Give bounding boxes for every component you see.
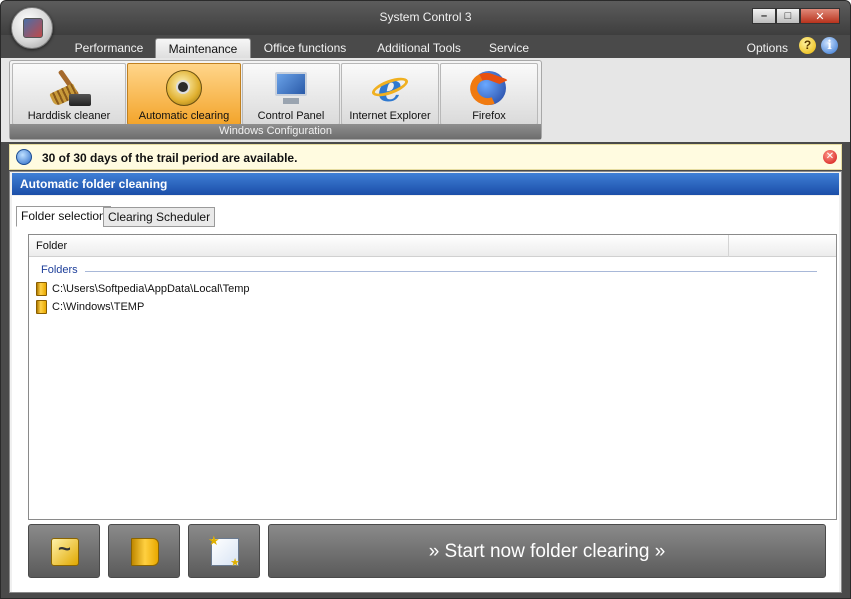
ribbon-group-windows-configuration: Harddisk cleaner Automatic clearing Cont… (9, 60, 542, 140)
menu-bar: Performance Maintenance Office functions… (1, 35, 850, 60)
minimize-button[interactable]: – (752, 8, 776, 24)
panel-title: Automatic folder cleaning (12, 173, 839, 195)
window-controls: – □ ✕ (752, 8, 840, 24)
internet-explorer-button[interactable]: e Internet Explorer (341, 63, 439, 125)
action-bar: » Start now folder clearing » (28, 524, 837, 582)
help-icon[interactable]: ? (799, 37, 816, 54)
ribbon-group-caption: Windows Configuration (10, 124, 541, 139)
group-divider (85, 271, 817, 272)
app-menu-button[interactable] (11, 7, 53, 49)
refresh-icon (51, 536, 79, 566)
globe-icon (16, 149, 32, 165)
ribbon-button-label: Firefox (472, 110, 506, 122)
ribbon-button-label: Control Panel (257, 110, 325, 122)
start-clearing-button[interactable]: » Start now folder clearing » (268, 524, 826, 578)
tab-folder-selection[interactable]: Folder selection (16, 206, 111, 227)
title-bar: System Control 3 – □ ✕ (1, 1, 850, 35)
app-window: System Control 3 – □ ✕ Performance Maint… (0, 0, 851, 599)
options-button[interactable]: Options (747, 38, 788, 58)
tab-service[interactable]: Service (479, 38, 539, 60)
folder-icon (36, 300, 47, 314)
harddisk-cleaner-button[interactable]: Harddisk cleaner (12, 63, 126, 125)
broom-icon (49, 68, 91, 108)
tab-clearing-scheduler[interactable]: Clearing Scheduler (103, 207, 216, 227)
app-logo-icon (23, 18, 43, 38)
list-header: Folder (29, 235, 836, 257)
trial-notice-bar: 30 of 30 days of the trail period are av… (9, 144, 842, 170)
trial-notice-text: 30 of 30 days of the trail period are av… (42, 151, 298, 165)
tab-maintenance[interactable]: Maintenance (155, 38, 251, 60)
start-clearing-label: » Start now folder clearing » (428, 541, 666, 562)
tab-additional-tools[interactable]: Additional Tools (367, 38, 471, 60)
main-panel: Automatic folder cleaning Folder selecti… (9, 171, 842, 593)
new-folder-icon (208, 533, 240, 569)
info-icon[interactable]: i (821, 37, 838, 54)
maximize-button[interactable]: □ (776, 8, 800, 24)
column-header-folder[interactable]: Folder (29, 235, 729, 257)
ribbon: Harddisk cleaner Automatic clearing Cont… (1, 58, 850, 142)
add-folder-button[interactable] (108, 524, 180, 578)
panel-body: Folder selection Clearing Scheduler Fold… (12, 196, 839, 592)
ribbon-button-label: Internet Explorer (349, 110, 431, 122)
firefox-button[interactable]: Firefox (440, 63, 538, 125)
tab-office-functions[interactable]: Office functions (255, 38, 355, 60)
safe-icon (164, 68, 204, 108)
folder-path: C:\Windows\TEMP (52, 301, 145, 313)
ribbon-button-label: Harddisk cleaner (27, 110, 111, 122)
control-panel-button[interactable]: Control Panel (242, 63, 340, 125)
folder-path: C:\Users\Softpedia\AppData\Local\Temp (52, 283, 250, 295)
folder-icon (131, 538, 159, 566)
close-button[interactable]: ✕ (800, 8, 840, 24)
close-notice-icon[interactable]: ✕ (823, 150, 837, 164)
tab-performance[interactable]: Performance (67, 38, 151, 60)
window-title: System Control 3 (379, 10, 472, 24)
firefox-icon (465, 68, 509, 110)
internet-explorer-icon: e (369, 68, 411, 108)
folder-icon (36, 282, 47, 296)
list-group-label: Folders (41, 264, 78, 276)
refresh-button[interactable] (28, 524, 100, 578)
new-folder-button[interactable] (188, 524, 260, 578)
automatic-clearing-button[interactable]: Automatic clearing (127, 63, 241, 125)
folder-list[interactable]: Folder Folders C:\Users\Softpedia\AppDat… (28, 234, 837, 520)
control-panel-icon (271, 68, 311, 108)
ribbon-button-label: Automatic clearing (138, 110, 230, 122)
